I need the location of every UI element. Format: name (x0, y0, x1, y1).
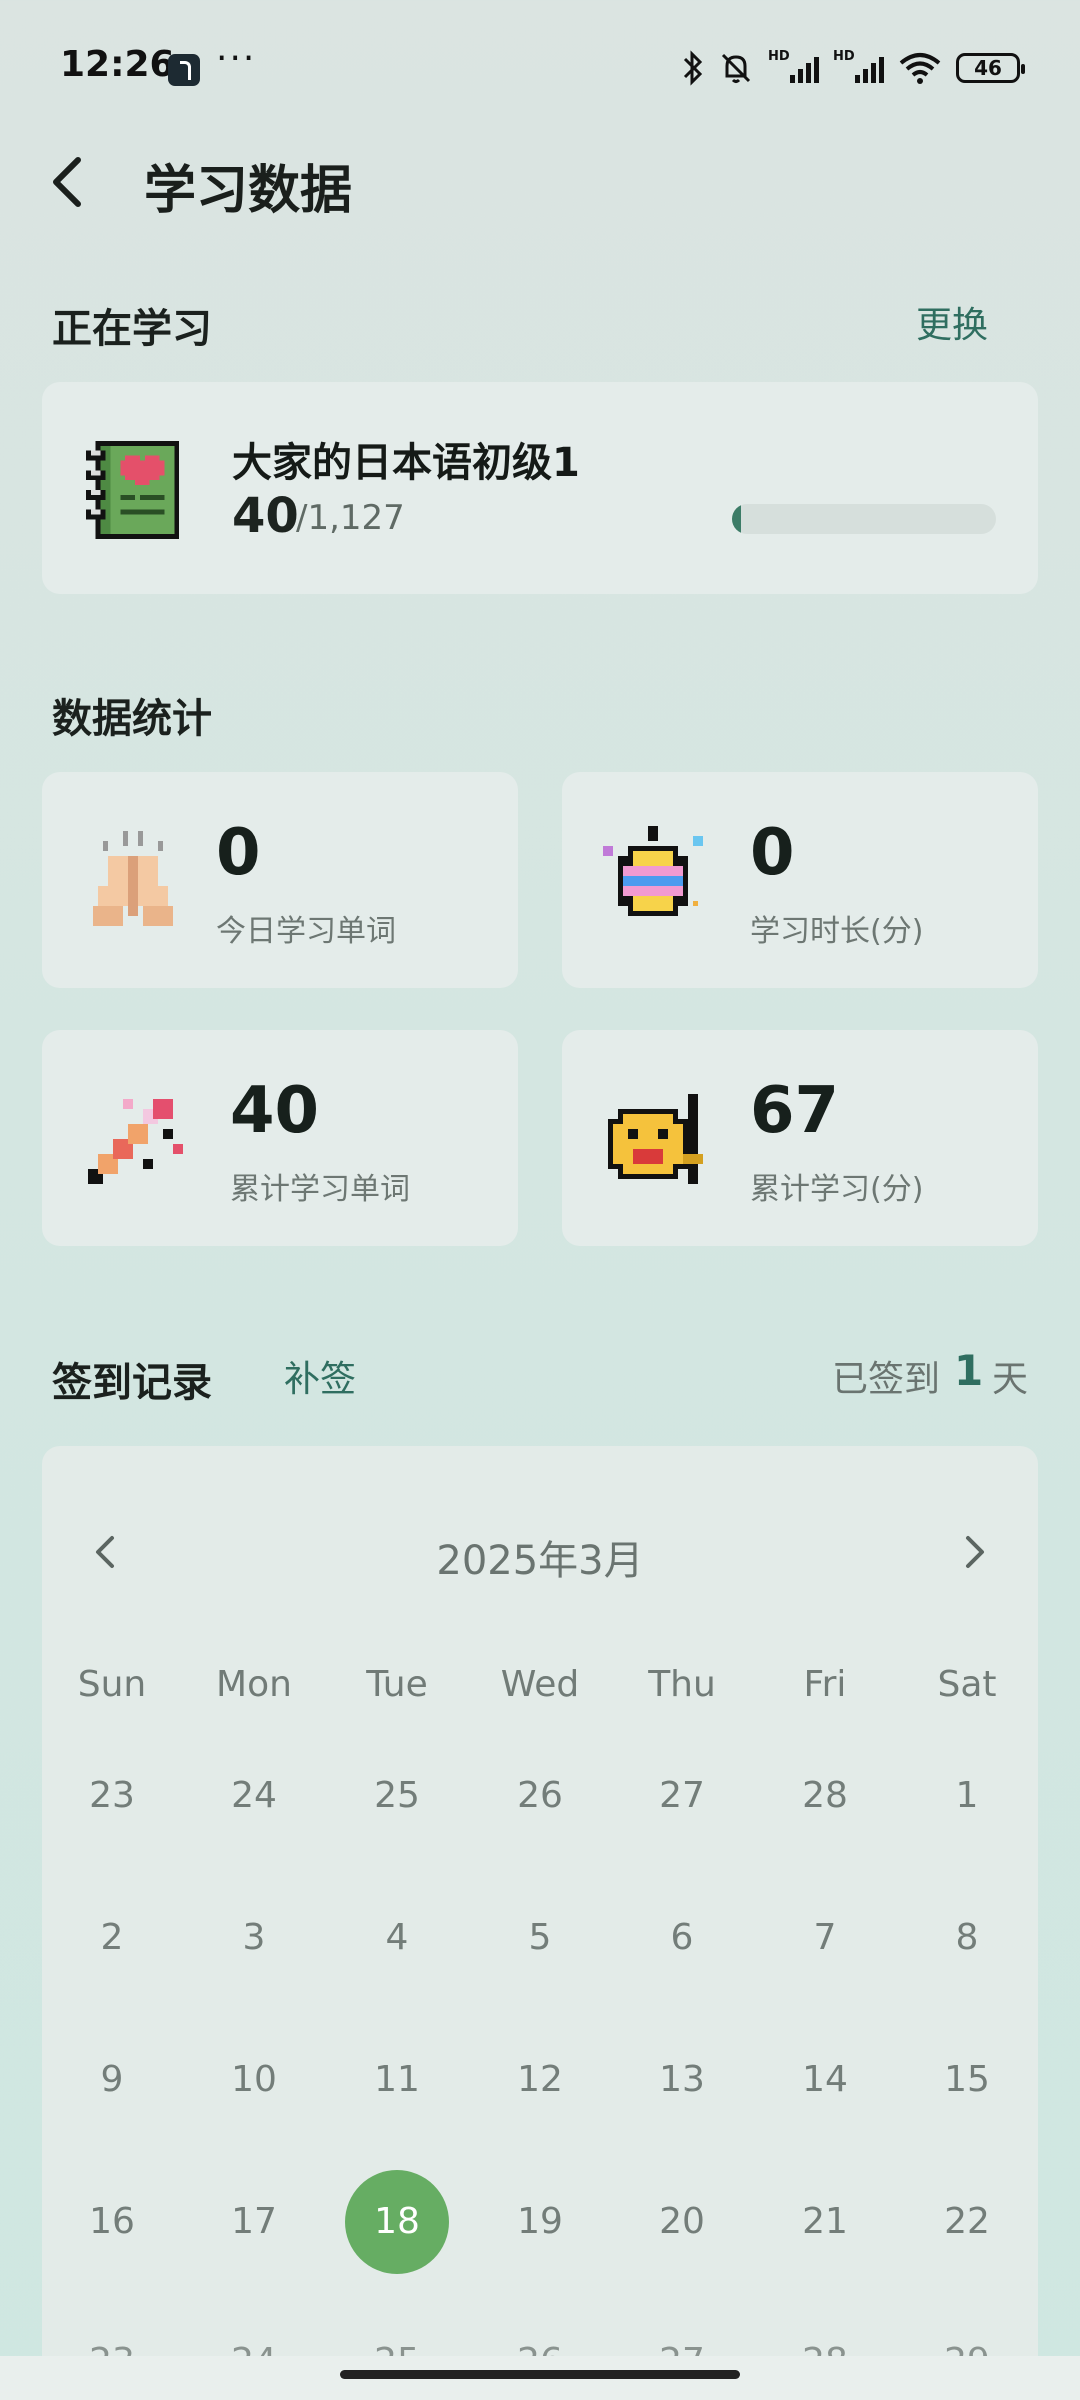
book-icon (85, 440, 180, 540)
learned-count: 40 (232, 488, 299, 544)
study-time-label: 学习时长(分) (750, 914, 924, 949)
calendar-day[interactable]: 26 (488, 1744, 592, 1848)
change-course-button[interactable]: 更换 (916, 296, 988, 348)
mute-bell-icon (721, 53, 751, 83)
calendar-month-label: 2025年3月 (436, 1538, 644, 1584)
calendar-day[interactable]: 3 (202, 1886, 306, 1990)
next-month-icon[interactable] (954, 1530, 994, 1574)
calendar-day[interactable]: 15 (915, 2028, 1019, 2132)
status-icons: HD HD 46 (682, 48, 1025, 88)
calendar-day[interactable]: 16 (60, 2170, 164, 2274)
today-words-value: 0 (216, 816, 261, 890)
calendar-day[interactable]: 20 (630, 2170, 734, 2274)
makeup-checkin-button[interactable]: 补签 (284, 1350, 356, 1402)
tiktok-notification-icon (168, 54, 200, 86)
weekday-mon: Mon (216, 1664, 292, 1705)
weekday-sun: Sun (77, 1664, 147, 1705)
calendar-day[interactable]: 9 (60, 2028, 164, 2132)
current-course-card[interactable] (42, 382, 1038, 594)
checkin-days-count: 1 (954, 1346, 984, 1395)
total-words-label: 累计学习单词 (230, 1172, 410, 1207)
status-time: 12:26 (60, 44, 175, 85)
checkin-suffix: 天 (992, 1359, 1029, 1400)
total-time-label: 累计学习(分) (750, 1172, 924, 1207)
calendar-day[interactable]: 27 (630, 1744, 734, 1848)
stats-section-title: 数据统计 (52, 696, 212, 742)
calendar-day[interactable]: 8 (915, 1886, 1019, 1990)
checkin-prefix: 已签到 (832, 1359, 941, 1400)
calendar-day[interactable]: 2 (60, 1886, 164, 1990)
calendar-day[interactable]: 23 (60, 1744, 164, 1848)
calendar-day[interactable]: 4 (345, 1886, 449, 1990)
weekday-fri: Fri (803, 1664, 847, 1705)
bluetooth-icon (683, 50, 703, 86)
wifi-icon (899, 53, 941, 84)
page-title: 学习数据 (144, 161, 353, 221)
party-popper-icon (88, 1099, 183, 1184)
total-count: /1,127 (296, 498, 405, 538)
calendar-day[interactable]: 12 (488, 2028, 592, 2132)
weekday-wed: Wed (500, 1664, 580, 1705)
calendar-day[interactable]: 18 (345, 2170, 449, 2274)
weekday-tue: Tue (366, 1664, 428, 1705)
calendar-day[interactable]: 22 (915, 2170, 1019, 2274)
disco-ball-icon (603, 826, 703, 916)
signal-strength-icon: HD (768, 49, 819, 83)
weekday-sat: Sat (937, 1664, 997, 1705)
calendar-day[interactable]: 7 (773, 1886, 877, 1990)
calendar-day[interactable]: 25 (345, 1744, 449, 1848)
signal-strength-2-icon: HD (833, 49, 884, 83)
back-arrow-icon[interactable] (44, 150, 104, 214)
calendar-day[interactable]: 19 (488, 2170, 592, 2274)
calendar-day[interactable]: 5 (488, 1886, 592, 1990)
weekday-thu: Thu (648, 1664, 716, 1705)
course-progress-bar (732, 504, 996, 534)
total-words-value: 40 (230, 1074, 320, 1148)
praying-hands-icon (93, 831, 173, 926)
studying-section-title: 正在学习 (52, 306, 212, 352)
calendar-day[interactable]: 6 (630, 1886, 734, 1990)
calendar-day[interactable]: 13 (630, 2028, 734, 2132)
more-notifications-icon: ··· (216, 38, 257, 79)
smiling-face-icon (608, 1094, 703, 1184)
calendar-day[interactable]: 10 (202, 2028, 306, 2132)
calendar-day[interactable]: 24 (202, 1744, 306, 1848)
calendar-day[interactable]: 28 (773, 1744, 877, 1848)
study-time-value: 0 (750, 816, 795, 890)
today-words-label: 今日学习单词 (216, 914, 396, 949)
battery-icon: 46 (956, 53, 1025, 83)
calendar-day[interactable]: 11 (345, 2028, 449, 2132)
total-time-value: 67 (750, 1074, 840, 1148)
course-name: 大家的日本语初级1 (232, 440, 580, 486)
checkin-section-title: 签到记录 (52, 1360, 212, 1406)
calendar-day[interactable]: 1 (915, 1744, 1019, 1848)
status-bar: 12:26 ··· HD HD 46 (0, 0, 1080, 140)
calendar-day[interactable]: 17 (202, 2170, 306, 2274)
home-indicator[interactable] (340, 2370, 740, 2379)
calendar-day[interactable]: 14 (773, 2028, 877, 2132)
calendar-day[interactable]: 21 (773, 2170, 877, 2274)
